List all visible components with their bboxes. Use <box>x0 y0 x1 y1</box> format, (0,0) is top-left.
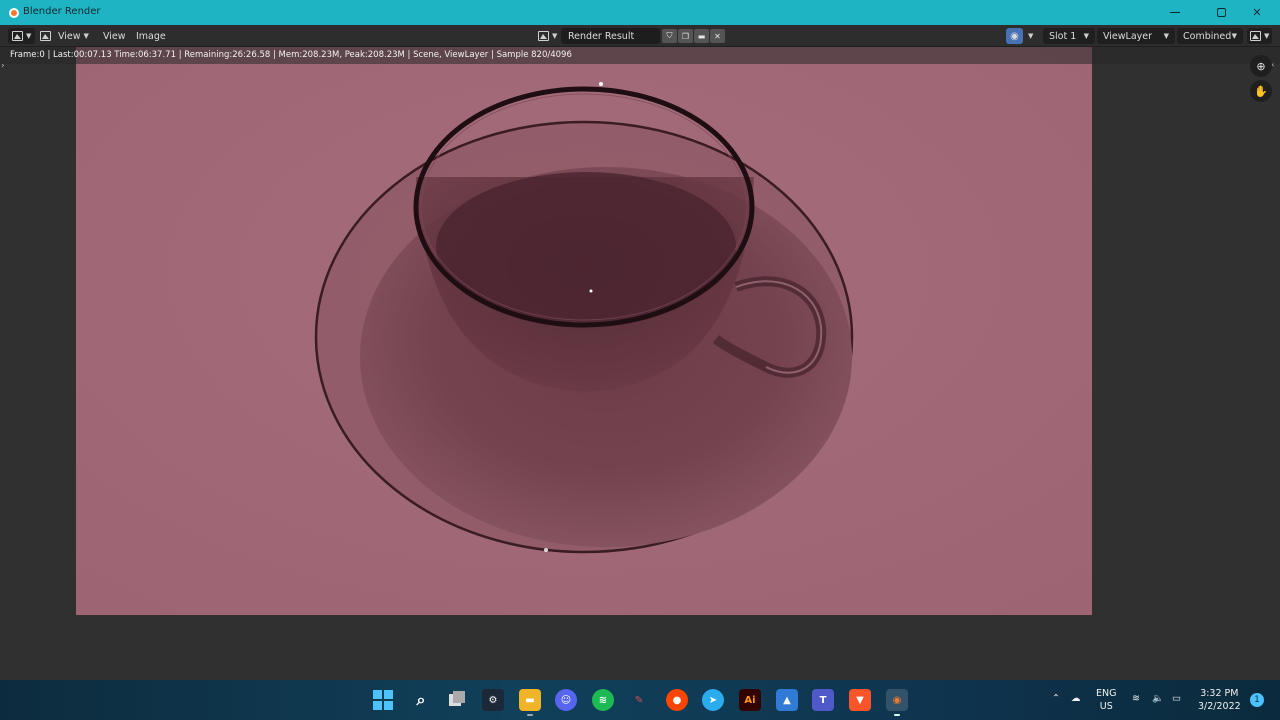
view-mode-icon <box>40 31 51 41</box>
minimize-icon <box>1170 12 1180 13</box>
close-icon: ✕ <box>1252 6 1262 19</box>
chevron-down-icon: ▼ <box>552 32 558 40</box>
show-hidden-icons-chevron[interactable]: ⌃ <box>1052 692 1060 705</box>
wifi-icon[interactable]: ≋ <box>1132 692 1140 705</box>
menu-view[interactable]: View <box>103 28 126 44</box>
close-button[interactable]: ✕ <box>1234 0 1280 25</box>
specular-highlight <box>599 82 603 86</box>
task-view-icon[interactable] <box>446 689 468 711</box>
clock[interactable]: 3:32 PM 3/2/2022 <box>1198 687 1241 713</box>
steam-icon[interactable]: ⚙ <box>482 689 504 711</box>
slot-label: Slot 1 <box>1049 30 1077 42</box>
image-browse-icon <box>538 31 549 41</box>
fake-user-button[interactable]: ⛉ <box>662 29 677 43</box>
image-browse-button[interactable]: ▼ <box>538 28 557 44</box>
clock-time: 3:32 PM <box>1200 688 1239 699</box>
chevron-down-icon: ▼ <box>1163 32 1169 40</box>
specular-highlight <box>589 289 593 293</box>
discord-icon[interactable]: ☺ <box>555 689 577 711</box>
language-indicator[interactable]: ENG US <box>1096 687 1116 713</box>
teacup-render-svg <box>76 47 1092 615</box>
keyboard-layout: US <box>1099 701 1113 712</box>
running-indicator <box>894 714 900 716</box>
running-indicator <box>527 714 533 716</box>
pan-view-button[interactable]: ✋ <box>1250 80 1272 102</box>
render-status-text: Frame:0 | Last:00:07.13 Time:06:37.71 | … <box>10 50 572 60</box>
chevron-down-icon: ▼ <box>1231 32 1237 40</box>
gizmo-options-dropdown[interactable]: ▼ <box>1025 28 1033 44</box>
display-channels-selector[interactable]: ▼ <box>1247 28 1273 44</box>
onedrive-cloud-icon[interactable]: ☁ <box>1071 692 1081 705</box>
render-pass-label: Combined <box>1183 30 1232 42</box>
photos-icon[interactable]: ▲ <box>776 689 798 711</box>
illustrator-label: Ai <box>744 694 756 706</box>
zoom-view-button[interactable]: ⊕ <box>1250 55 1272 77</box>
render-status-overlay: Frame:0 | Last:00:07.13 Time:06:37.71 | … <box>0 47 1280 64</box>
telegram-icon[interactable]: ➤ <box>702 689 724 711</box>
spotify-icon[interactable]: ≋ <box>592 689 614 711</box>
duplicate-image-button[interactable]: ❐ <box>678 29 693 43</box>
display-channels-icon <box>1250 31 1261 41</box>
zoom-icon: ⊕ <box>1256 59 1266 73</box>
window-title: Blender Render <box>23 6 101 17</box>
teams-icon[interactable]: T <box>812 689 834 711</box>
specular-highlight <box>544 548 548 552</box>
open-image-button[interactable]: ▬ <box>694 29 709 43</box>
hand-icon: ✋ <box>1254 84 1268 98</box>
adobe-illustrator-icon[interactable]: Ai <box>739 689 761 711</box>
image-editor-header: ▼ View ▼ View Image ▼ Render Result ⛉ ❐ … <box>0 25 1280 47</box>
minimize-button[interactable] <box>1152 0 1198 25</box>
reddit-icon[interactable]: ● <box>666 689 688 711</box>
view-mode-selector[interactable]: View ▼ <box>40 28 89 44</box>
view-layer-label: ViewLayer <box>1103 30 1153 42</box>
toolbar-region: › <box>0 47 12 680</box>
view-layer-selector[interactable]: ViewLayer ▼ <box>1097 28 1175 44</box>
chevron-down-icon: ▼ <box>1028 32 1034 40</box>
chevron-down-icon: ▼ <box>1083 32 1089 40</box>
notification-badge[interactable]: 1 <box>1250 693 1264 707</box>
chevron-down-icon: ▼ <box>26 32 32 40</box>
clock-date: 3/2/2022 <box>1198 701 1241 712</box>
volume-icon[interactable]: 🔈 <box>1152 692 1164 705</box>
blender-taskbar-icon[interactable]: ◉ <box>886 689 908 711</box>
close-icon: ✕ <box>714 31 721 41</box>
windows-start-icon[interactable] <box>372 689 394 711</box>
chevron-down-icon: ▼ <box>83 32 89 40</box>
shield-icon: ⛉ <box>666 31 673 40</box>
window-titlebar: Blender Render ✕ <box>0 0 1280 25</box>
image-name-field[interactable]: Render Result <box>561 28 660 44</box>
render-pass-selector[interactable]: Combined ▼ <box>1177 28 1243 44</box>
folder-icon: ▬ <box>697 31 706 41</box>
editor-type-selector[interactable]: ▼ <box>8 28 36 44</box>
blender-logo-icon <box>9 8 19 18</box>
slot-selector[interactable]: Slot 1 ▼ <box>1043 28 1095 44</box>
chevron-down-icon: ▼ <box>1264 32 1270 40</box>
view-menu-label: View <box>58 30 81 42</box>
image-editor-icon <box>12 31 23 41</box>
battery-icon[interactable]: ▭ <box>1172 692 1181 705</box>
brave-icon[interactable]: ▼ <box>849 689 871 711</box>
file-explorer-icon[interactable]: ▬ <box>519 689 541 711</box>
language-code: ENG <box>1096 688 1117 699</box>
pencil-app-icon[interactable]: ✎ <box>628 689 650 711</box>
copy-icon: ❐ <box>681 31 690 41</box>
viewport-gizmo-icon: ◉ <box>1010 30 1019 42</box>
search-icon[interactable]: ⌕ <box>410 689 432 711</box>
gizmo-toggle-button[interactable]: ◉ <box>1006 28 1023 44</box>
render-result-image[interactable] <box>76 47 1092 615</box>
maximize-icon <box>1216 8 1226 17</box>
menu-image[interactable]: Image <box>136 28 166 44</box>
unlink-image-button[interactable]: ✕ <box>710 29 725 43</box>
windows-taskbar: ⌕ ⚙ ▬ ☺ ≋ ✎ ● ➤ Ai ▲ T ▼ ◉ ⌃ ☁ ENG US ≋ … <box>0 680 1280 720</box>
